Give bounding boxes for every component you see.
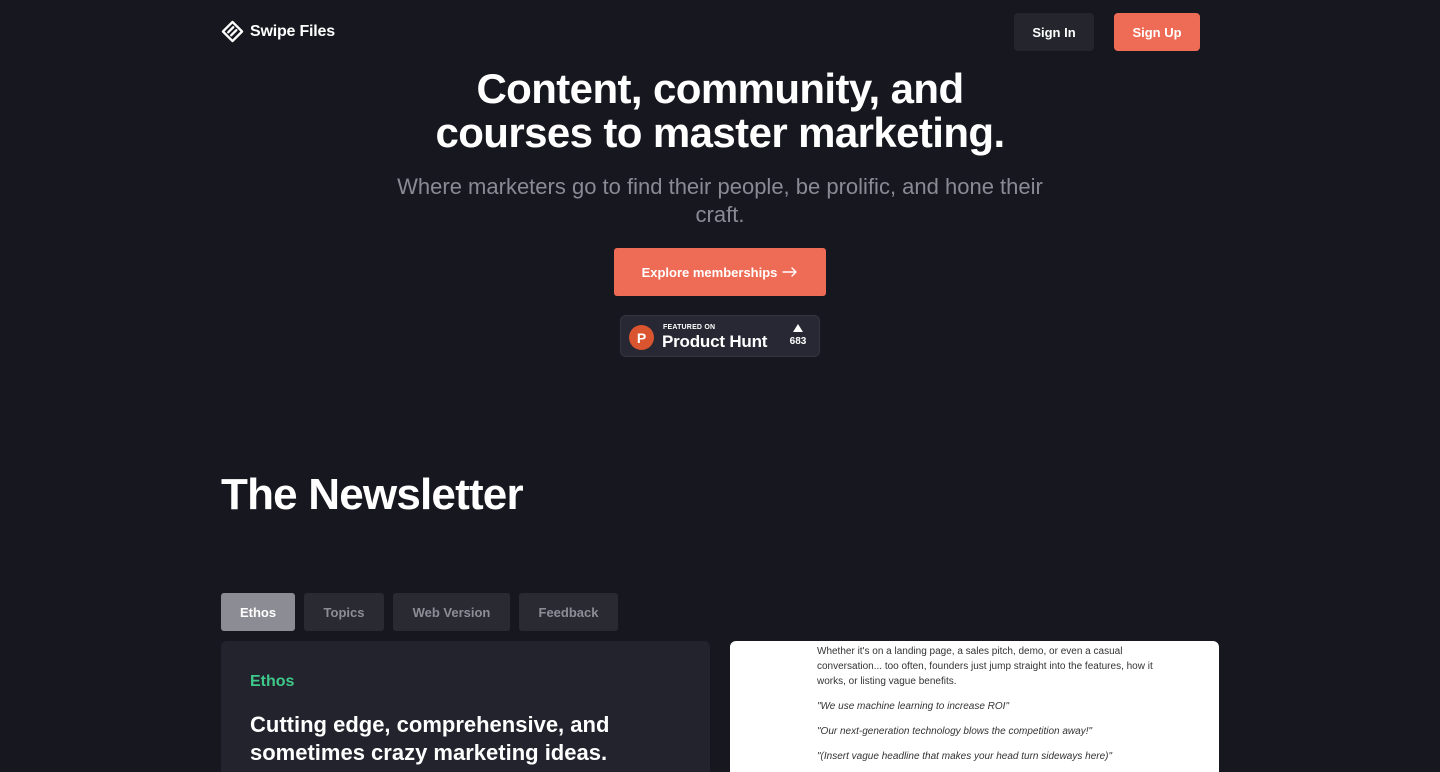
product-hunt-logo-icon: P [629, 325, 654, 350]
preview-quote-2: "Our next-generation technology blows th… [817, 726, 1093, 737]
sign-up-button[interactable]: Sign Up [1114, 13, 1200, 51]
newsletter-title: The Newsletter [221, 470, 524, 519]
product-hunt-vote-count: 683 [789, 336, 807, 347]
product-hunt-featured-label: FEATURED ON [663, 324, 716, 331]
ethos-card-heading: Cutting edge, comprehensive, and sometim… [250, 712, 610, 765]
swipe-files-logo-icon [221, 20, 244, 43]
newsletter-preview: Whether it's on a landing page, a sales … [730, 641, 1219, 772]
ethos-card: Ethos Cutting edge, comprehensive, and s… [221, 641, 710, 772]
tab-feedback[interactable]: Feedback [519, 593, 618, 631]
brand-name: Swipe Files [250, 22, 335, 40]
upvote-triangle-icon [793, 324, 803, 332]
preview-paragraph: Whether it's on a landing page, a sales … [817, 646, 1153, 687]
hero-title-line-1: Content, community, and [476, 65, 964, 112]
hero-title: Content, community, and courses to maste… [320, 67, 1120, 155]
tab-ethos[interactable]: Ethos [221, 593, 295, 631]
site-header: Swipe Files Sign In Sign Up [0, 0, 1440, 62]
product-hunt-badge[interactable]: P FEATURED ON Product Hunt 683 [620, 315, 820, 357]
arrow-right-icon [782, 267, 798, 277]
product-hunt-vote: 683 [787, 324, 809, 347]
ethos-card-eyebrow: Ethos [250, 673, 295, 690]
preview-quote-3: "(Insert vague headline that makes your … [817, 751, 1113, 762]
tab-web-version[interactable]: Web Version [393, 593, 510, 631]
hero-title-line-2: courses to master marketing. [435, 109, 1005, 156]
preview-quote-1: "We use machine learning to increase ROI… [817, 701, 1010, 712]
page: Swipe Files Sign In Sign Up Content, com… [0, 0, 1440, 772]
hero-subtitle: Where marketers go to find their people,… [397, 174, 1043, 227]
explore-memberships-button[interactable]: Explore memberships [614, 248, 826, 296]
brand-logo[interactable]: Swipe Files [221, 20, 335, 43]
explore-memberships-label: Explore memberships [641, 264, 778, 280]
tab-topics[interactable]: Topics [304, 593, 384, 631]
product-hunt-name: Product Hunt [662, 332, 768, 351]
sign-in-button[interactable]: Sign In [1014, 13, 1094, 51]
